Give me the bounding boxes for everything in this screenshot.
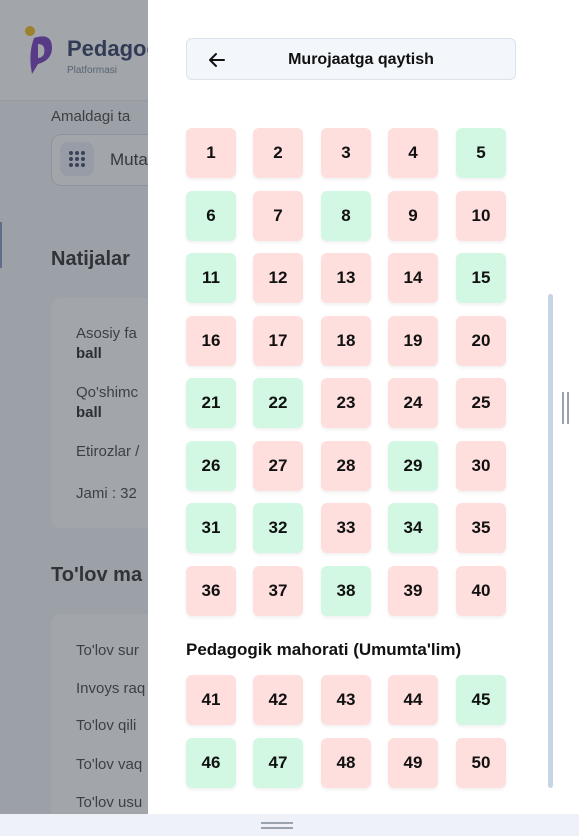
question-8-right[interactable]: 8 [321, 191, 371, 241]
question-30-wrong[interactable]: 30 [456, 441, 506, 491]
question-25-wrong[interactable]: 25 [456, 378, 506, 428]
question-34-right[interactable]: 34 [388, 503, 438, 553]
section-title-pedagogical: Pedagogik mahorati (Umumta'lim) [186, 640, 462, 659]
question-36-wrong[interactable]: 36 [186, 566, 236, 616]
question-38-right[interactable]: 38 [321, 566, 371, 616]
answers-panel: Murojaatga qaytish 1 2 3 4 5 6 7 8 9 10 11 12 13 14 15… [148, 0, 555, 814]
question-2-wrong[interactable]: 2 [253, 128, 303, 178]
question-32-right[interactable]: 32 [253, 503, 303, 553]
horizontal-resize-handle[interactable] [261, 822, 293, 830]
question-44-wrong[interactable]: 44 [388, 675, 438, 725]
question-21-right[interactable]: 21 [186, 378, 236, 428]
question-46-right[interactable]: 46 [186, 738, 236, 788]
question-41-wrong[interactable]: 41 [186, 675, 236, 725]
question-26-right[interactable]: 26 [186, 441, 236, 491]
question-28-wrong[interactable]: 28 [321, 441, 371, 491]
question-5-right[interactable]: 5 [456, 128, 506, 178]
question-39-wrong[interactable]: 39 [388, 566, 438, 616]
question-13-wrong[interactable]: 13 [321, 253, 371, 303]
question-29-right[interactable]: 29 [388, 441, 438, 491]
question-18-wrong[interactable]: 18 [321, 316, 371, 366]
question-1-wrong[interactable]: 1 [186, 128, 236, 178]
question-20-wrong[interactable]: 20 [456, 316, 506, 366]
question-6-right[interactable]: 6 [186, 191, 236, 241]
question-33-wrong[interactable]: 33 [321, 503, 371, 553]
question-19-wrong[interactable]: 19 [388, 316, 438, 366]
question-10-wrong[interactable]: 10 [456, 191, 506, 241]
question-43-wrong[interactable]: 43 [321, 675, 371, 725]
question-7-wrong[interactable]: 7 [253, 191, 303, 241]
question-49-wrong[interactable]: 49 [388, 738, 438, 788]
question-9-wrong[interactable]: 9 [388, 191, 438, 241]
question-35-wrong[interactable]: 35 [456, 503, 506, 553]
question-40-wrong[interactable]: 40 [456, 566, 506, 616]
question-14-wrong[interactable]: 14 [388, 253, 438, 303]
question-23-wrong[interactable]: 23 [321, 378, 371, 428]
question-3-wrong[interactable]: 3 [321, 128, 371, 178]
question-50-wrong[interactable]: 50 [456, 738, 506, 788]
vertical-resize-handle[interactable] [562, 392, 570, 424]
question-45-right[interactable]: 45 [456, 675, 506, 725]
question-12-wrong[interactable]: 12 [253, 253, 303, 303]
question-48-wrong[interactable]: 48 [321, 738, 371, 788]
question-24-wrong[interactable]: 24 [388, 378, 438, 428]
back-button-label: Murojaatga qaytish [288, 51, 434, 68]
question-37-wrong[interactable]: 37 [253, 566, 303, 616]
back-to-appeal-button[interactable]: Murojaatga qaytish [186, 38, 516, 80]
question-11-right[interactable]: 11 [186, 253, 236, 303]
question-47-right[interactable]: 47 [253, 738, 303, 788]
question-31-right[interactable]: 31 [186, 503, 236, 553]
question-42-wrong[interactable]: 42 [253, 675, 303, 725]
question-15-right[interactable]: 15 [456, 253, 506, 303]
question-27-wrong[interactable]: 27 [253, 441, 303, 491]
question-22-right[interactable]: 22 [253, 378, 303, 428]
question-16-wrong[interactable]: 16 [186, 316, 236, 366]
question-17-wrong[interactable]: 17 [253, 316, 303, 366]
panel-scrollbar-thumb[interactable] [548, 294, 553, 788]
question-4-wrong[interactable]: 4 [388, 128, 438, 178]
